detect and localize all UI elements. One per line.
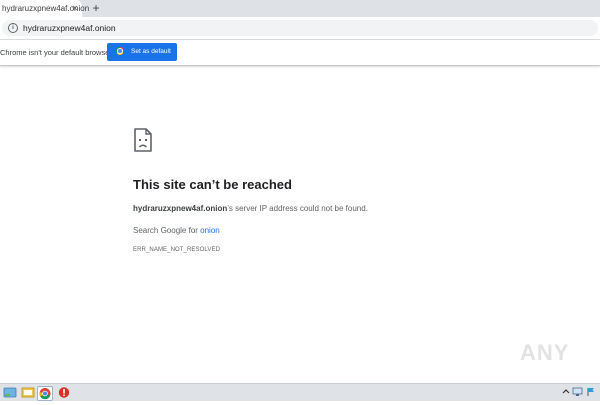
- address-bar[interactable]: i hydraruzxpnew4af.onion: [2, 20, 598, 36]
- url-text[interactable]: hydraruzxpnew4af.onion: [23, 20, 116, 36]
- tab-active[interactable]: hydraruzxpnew4af.onion ✕: [0, 0, 89, 17]
- set-as-default-button[interactable]: Set as default: [107, 43, 177, 61]
- error-detail: hydraruzxpnew4af.onion’s server IP addre…: [133, 204, 368, 213]
- chrome-taskbar-icon[interactable]: [37, 386, 53, 401]
- error-title: This site can’t be reached: [133, 177, 292, 192]
- explorer-icon[interactable]: [21, 386, 35, 399]
- close-icon[interactable]: ✕: [70, 0, 80, 17]
- new-tab-button[interactable]: +: [90, 0, 102, 17]
- error-host: hydraruzxpnew4af.onion: [133, 204, 228, 213]
- infobar-message: Chrome isn't your default browser: [0, 48, 112, 57]
- search-google-link[interactable]: onion: [200, 226, 220, 235]
- watermark: ANY: [520, 340, 570, 365]
- network-icon[interactable]: [572, 387, 584, 399]
- tab-strip: hydraruzxpnew4af.onion ✕ +: [0, 0, 600, 17]
- toolbar: i hydraruzxpnew4af.onion: [0, 17, 600, 40]
- chrome-icon: [116, 47, 124, 55]
- taskbar: [0, 383, 600, 401]
- error-detail-text: ’s server IP address could not be found.: [227, 204, 368, 213]
- tray-arrow-icon[interactable]: [562, 387, 570, 399]
- sad-page-icon: [134, 128, 152, 152]
- flag-icon[interactable]: [586, 387, 596, 399]
- error-search-suggestion: Search Google for onion: [133, 226, 220, 235]
- alert-icon[interactable]: [57, 386, 71, 399]
- set-as-default-label: Set as default: [131, 48, 171, 55]
- info-icon[interactable]: i: [8, 23, 18, 33]
- search-prefix: Search Google for: [133, 226, 201, 235]
- error-code: ERR_NAME_NOT_RESOLVED: [133, 247, 221, 253]
- default-browser-infobar: Chrome isn't your default browser Set as…: [0, 40, 600, 66]
- start-icon[interactable]: [3, 386, 17, 399]
